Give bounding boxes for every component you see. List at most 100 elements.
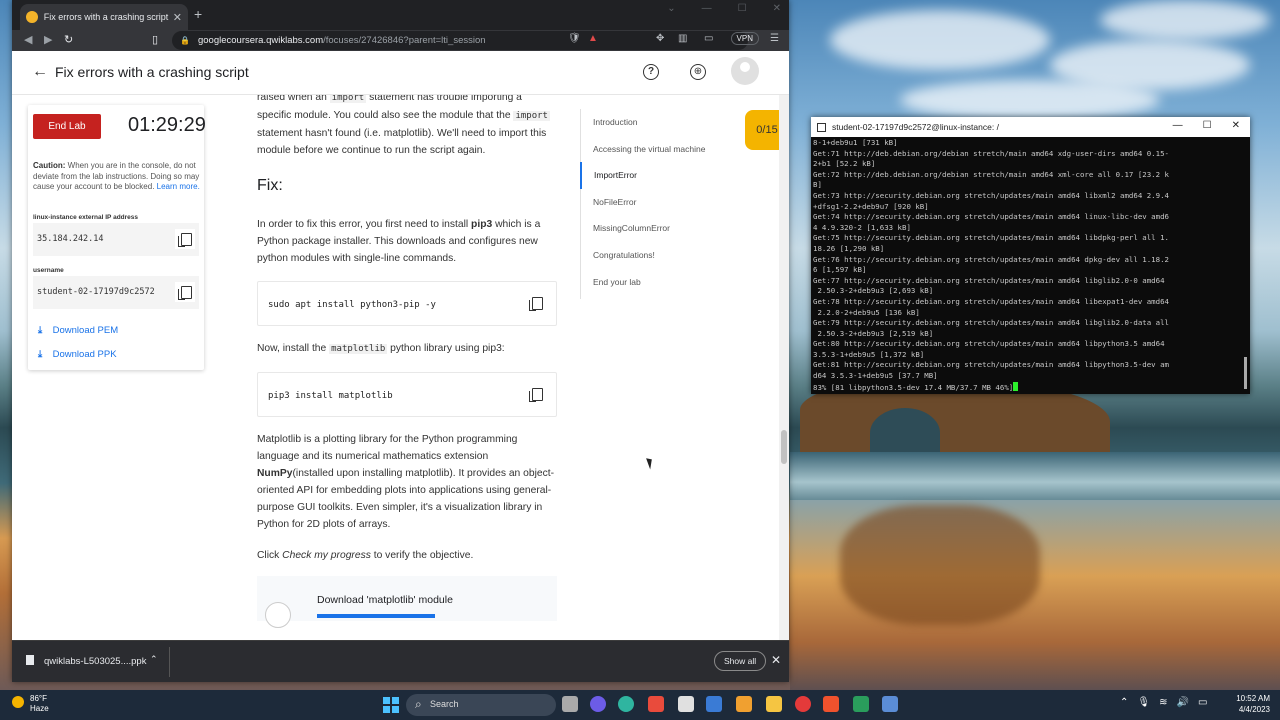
brave-shield-icon[interactable]: 🛡 <box>568 33 581 44</box>
forward-arrow-icon[interactable]: ▶ <box>44 33 52 46</box>
task-view-icon[interactable] <box>562 696 578 712</box>
paragraph-pip3: In order to fix this error, you first ne… <box>257 216 557 267</box>
globe-icon[interactable]: ⊕ <box>690 64 706 80</box>
qwiklabs-favicon-icon <box>26 11 38 23</box>
maximize-icon[interactable]: ☐ <box>738 3 747 14</box>
mail-icon[interactable] <box>706 696 722 712</box>
putty-icon[interactable] <box>882 696 898 712</box>
opera-icon[interactable] <box>795 696 811 712</box>
brave-rewards-icon[interactable]: ▲ <box>588 33 598 44</box>
paint-icon[interactable] <box>736 696 752 712</box>
code-block-matplotlib: pip3 install matplotlib <box>257 372 557 417</box>
browser-tab[interactable]: Fix errors with a crashing script | Q ✕ <box>20 4 188 30</box>
toc-item-active[interactable]: ImportError <box>580 162 730 189</box>
search-box[interactable]: Search <box>406 694 556 716</box>
terminal-scrollbar[interactable] <box>1244 357 1247 389</box>
weather-widget[interactable]: 86°F Haze <box>12 694 49 714</box>
close-tab-icon[interactable]: ✕ <box>173 11 182 24</box>
toc-item[interactable]: Accessing the virtual machine <box>581 136 730 163</box>
battery-icon[interactable]: ▭ <box>1198 697 1207 708</box>
minimize-icon[interactable]: — <box>1173 120 1183 131</box>
toolbar: ◀ ▶ ↻ ▯ 🔒 googlecoursera.qwiklabs.com/fo… <box>12 30 789 51</box>
show-all-button[interactable]: Show all <box>714 651 767 671</box>
copy-icon[interactable] <box>175 282 195 302</box>
paragraph-import: raised when an import statement has trou… <box>257 95 557 159</box>
chat-icon[interactable] <box>590 696 606 712</box>
text: Click <box>257 550 283 561</box>
bookmark-icon[interactable]: ▯ <box>152 33 158 46</box>
command-text: sudo apt install python3-pip -y <box>268 300 436 310</box>
terminal-icon <box>817 122 826 132</box>
sidebar-icon[interactable]: ▥ <box>678 33 687 44</box>
close-window-icon[interactable]: ✕ <box>1232 120 1240 131</box>
reload-icon[interactable]: ↻ <box>64 33 73 46</box>
temperature: 86°F <box>30 694 47 703</box>
terminal-line: 8-1+deb9u1 [731 kB] <box>813 138 898 147</box>
app-icon[interactable] <box>678 696 694 712</box>
menu-icon[interactable]: ☰ <box>770 33 779 44</box>
chevron-up-icon[interactable]: ⌃ <box>150 654 158 665</box>
learn-more-link[interactable]: Learn more. <box>157 182 200 191</box>
ip-value: 35.184.242.14 <box>37 234 104 244</box>
back-arrow-icon[interactable]: ← <box>32 63 48 81</box>
back-arrow-icon[interactable]: ◀ <box>24 33 32 46</box>
terminal-output[interactable]: 8-1+deb9u1 [731 kB] Get:71 http://deb.deb… <box>811 137 1250 394</box>
toc-item[interactable]: Introduction <box>581 109 730 136</box>
close-icon[interactable]: ✕ <box>771 653 781 667</box>
copy-icon[interactable] <box>526 293 546 313</box>
page-scrollbar[interactable] <box>779 95 789 640</box>
store-icon[interactable] <box>648 696 664 712</box>
terminal-app-icon[interactable] <box>853 696 869 712</box>
code-block-pip: sudo apt install python3-pip -y <box>257 281 557 326</box>
download-pem-link[interactable]: ⤓ Download PEM <box>38 325 118 336</box>
terminal-window[interactable]: student-02-17197d9c2572@linux-instance: … <box>811 117 1250 394</box>
wallet-icon[interactable]: ▭ <box>704 33 713 44</box>
browser-window: Fix errors with a crashing script | Q ✕ … <box>12 0 789 682</box>
volume-icon[interactable]: 🔊 <box>1176 697 1188 708</box>
start-button[interactable] <box>383 697 399 713</box>
toc-item[interactable]: NoFileError <box>581 189 730 216</box>
vpn-button[interactable]: VPN <box>730 32 759 45</box>
maximize-icon[interactable]: ☐ <box>1203 120 1212 131</box>
bold-text: NumPy <box>257 468 293 479</box>
check-progress-button[interactable] <box>317 614 435 618</box>
download-icon: ⤓ <box>38 325 43 336</box>
terminal-titlebar[interactable]: student-02-17197d9c2572@linux-instance: … <box>811 117 1250 137</box>
avatar[interactable] <box>731 57 759 85</box>
copy-icon[interactable] <box>526 384 546 404</box>
download-ppk-link[interactable]: ⤓ Download PPK <box>38 349 117 360</box>
chevron-down-icon[interactable]: ⌄ <box>667 3 675 14</box>
tab-title: Fix errors with a crashing script | Q <box>43 12 169 22</box>
username-field[interactable]: student-02-17197d9c2572 <box>33 276 199 309</box>
ip-field[interactable]: 35.184.242.14 <box>33 223 199 256</box>
terminal-line: Get:79 http://security.debian.org stretc… <box>813 318 1169 328</box>
close-window-icon[interactable]: ✕ <box>773 3 781 14</box>
terminal-line: 2.50.3-2+deb9u3 [2,519 kB] <box>813 328 934 338</box>
text: In order to fix this error, you first ne… <box>257 219 472 230</box>
clock[interactable]: 10:52 AM 4/4/2023 <box>1236 693 1270 715</box>
wifi-icon[interactable]: ≋ <box>1159 697 1167 708</box>
brave-icon[interactable] <box>823 696 839 712</box>
download-icon: ⤓ <box>38 349 43 360</box>
extensions-icon[interactable]: ✥ <box>656 33 664 44</box>
chevron-up-icon[interactable]: ⌃ <box>1120 697 1128 708</box>
paragraph-about: Matplotlib is a plotting library for the… <box>257 431 557 533</box>
terminal-line: B] <box>813 180 822 190</box>
download-pem-label: Download PEM <box>52 325 119 336</box>
paragraph-check: Click Check my progress to verify the ob… <box>257 547 557 564</box>
toc-item[interactable]: End your lab <box>581 269 730 296</box>
new-tab-icon[interactable]: + <box>194 6 202 22</box>
scrollbar-thumb[interactable] <box>781 430 787 464</box>
microphone-icon[interactable]: 🎙 <box>1137 697 1150 708</box>
weather-label: Haze <box>30 704 49 713</box>
minimize-icon[interactable]: — <box>702 3 712 14</box>
help-icon[interactable]: ? <box>643 64 659 80</box>
toc-item[interactable]: Congratulations! <box>581 242 730 269</box>
toc-item[interactable]: MissingColumnError <box>581 215 730 242</box>
text: Now, install the <box>257 343 330 354</box>
folder-icon[interactable] <box>766 696 782 712</box>
edge-icon[interactable] <box>618 696 634 712</box>
download-item[interactable]: qwiklabs-L503025....ppk <box>26 655 146 667</box>
end-lab-button[interactable]: End Lab <box>33 114 101 139</box>
copy-icon[interactable] <box>175 229 195 249</box>
